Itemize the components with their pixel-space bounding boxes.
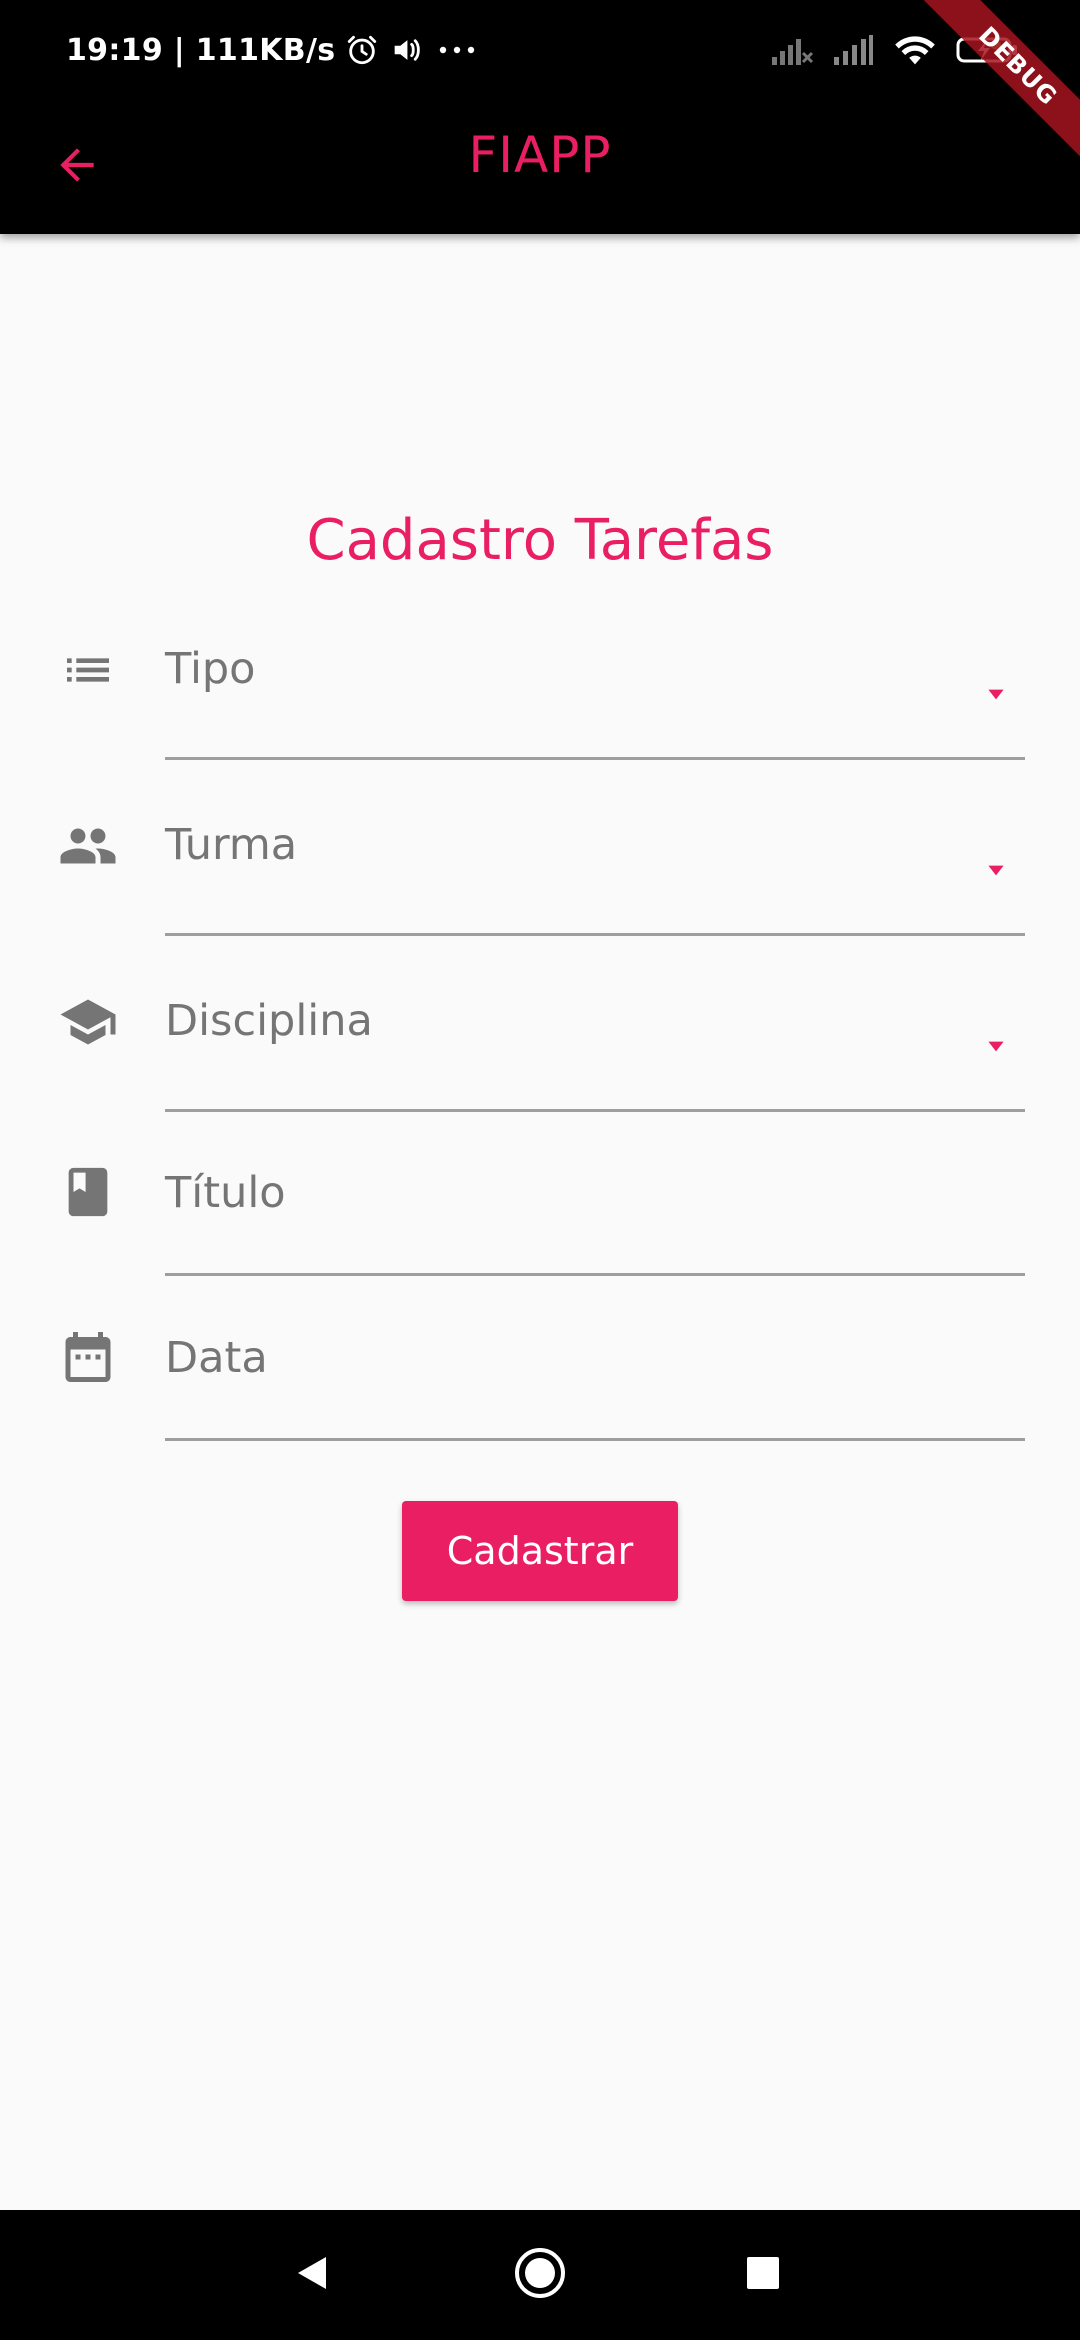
chevron-down-icon: [982, 680, 1010, 708]
tipo-label: Tipo: [165, 644, 256, 694]
cadastrar-button[interactable]: Cadastrar: [402, 1501, 678, 1601]
titulo-label: Título: [165, 1168, 286, 1218]
nav-recents-button[interactable]: [723, 2235, 803, 2315]
list-icon: [54, 636, 122, 704]
data-field[interactable]: Data: [0, 1323, 1080, 1443]
volume-icon: [389, 33, 423, 67]
calendar-icon: [54, 1323, 122, 1391]
nav-home-button[interactable]: [500, 2235, 580, 2315]
navigation-bar: [0, 2210, 1080, 2340]
tipo-underline: [165, 757, 1025, 760]
back-triangle-icon: [292, 2253, 332, 2298]
turma-underline: [165, 933, 1025, 936]
turma-label: Turma: [165, 820, 298, 870]
chevron-down-icon: [982, 1032, 1010, 1060]
people-icon: [54, 812, 122, 880]
chevron-down-icon: [982, 856, 1010, 884]
status-right: [770, 26, 1020, 74]
status-left: 19:19 | 111KB/s: [66, 28, 481, 72]
signal-icon: [832, 33, 874, 67]
data-label: Data: [165, 1333, 268, 1383]
status-bar: 19:19 | 111KB/s: [0, 0, 1080, 100]
titulo-field[interactable]: Título: [0, 1158, 1080, 1278]
wifi-icon: [892, 32, 938, 68]
nav-back-button[interactable]: [272, 2235, 352, 2315]
more-dots-icon: [433, 33, 481, 67]
disciplina-underline: [165, 1109, 1025, 1112]
page-title: Cadastro Tarefas: [306, 508, 774, 573]
alarm-icon: [345, 33, 379, 67]
turma-dropdown[interactable]: Turma: [0, 806, 1080, 938]
school-icon: [54, 988, 122, 1056]
app-bar: FIAPP: [0, 100, 1080, 234]
signal-no-service-icon: [770, 33, 814, 67]
disciplina-label: Disciplina: [165, 996, 373, 1046]
battery-charging-icon: [956, 33, 1020, 67]
app-title: FIAPP: [468, 126, 612, 184]
data-underline: [165, 1438, 1025, 1441]
home-circle-icon: [512, 2245, 568, 2306]
disciplina-dropdown[interactable]: Disciplina: [0, 982, 1080, 1114]
tipo-dropdown[interactable]: Tipo: [0, 630, 1080, 762]
recents-square-icon: [745, 2255, 781, 2296]
book-icon: [54, 1158, 122, 1226]
status-time: 19:19 | 111KB/s: [66, 32, 336, 68]
titulo-underline: [165, 1273, 1025, 1276]
